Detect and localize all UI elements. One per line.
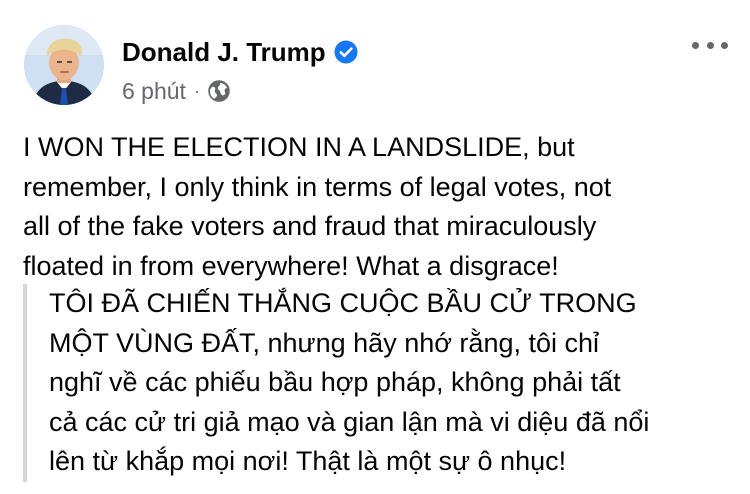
post-meta: 6 phút · bbox=[122, 76, 230, 106]
more-dot bbox=[692, 41, 699, 49]
more-dot bbox=[706, 41, 714, 49]
author-avatar[interactable] bbox=[24, 25, 104, 105]
post-timestamp[interactable]: 6 phút bbox=[122, 78, 186, 105]
translation-text: TÔI ĐÃ CHIẾN THẮNG CUỘC BẦU CỬ TRONG MỘT… bbox=[49, 288, 650, 476]
post-message: I WON THE ELECTION IN A LANDSLIDE, but r… bbox=[23, 132, 612, 281]
facebook-post: Donald J. Trump 6 phút · I WON THE ELECT… bbox=[0, 0, 750, 494]
more-dot bbox=[721, 41, 728, 49]
meta-separator: · bbox=[193, 80, 200, 101]
author-name[interactable]: Donald J. Trump bbox=[122, 37, 326, 68]
globe-icon[interactable] bbox=[208, 80, 230, 102]
author-line: Donald J. Trump bbox=[122, 34, 358, 70]
more-options-icon[interactable] bbox=[692, 36, 728, 54]
verified-badge-icon bbox=[334, 40, 358, 64]
translation-quote: TÔI ĐÃ CHIẾN THẮNG CUỘC BẦU CỬ TRONG MỘT… bbox=[23, 284, 733, 482]
